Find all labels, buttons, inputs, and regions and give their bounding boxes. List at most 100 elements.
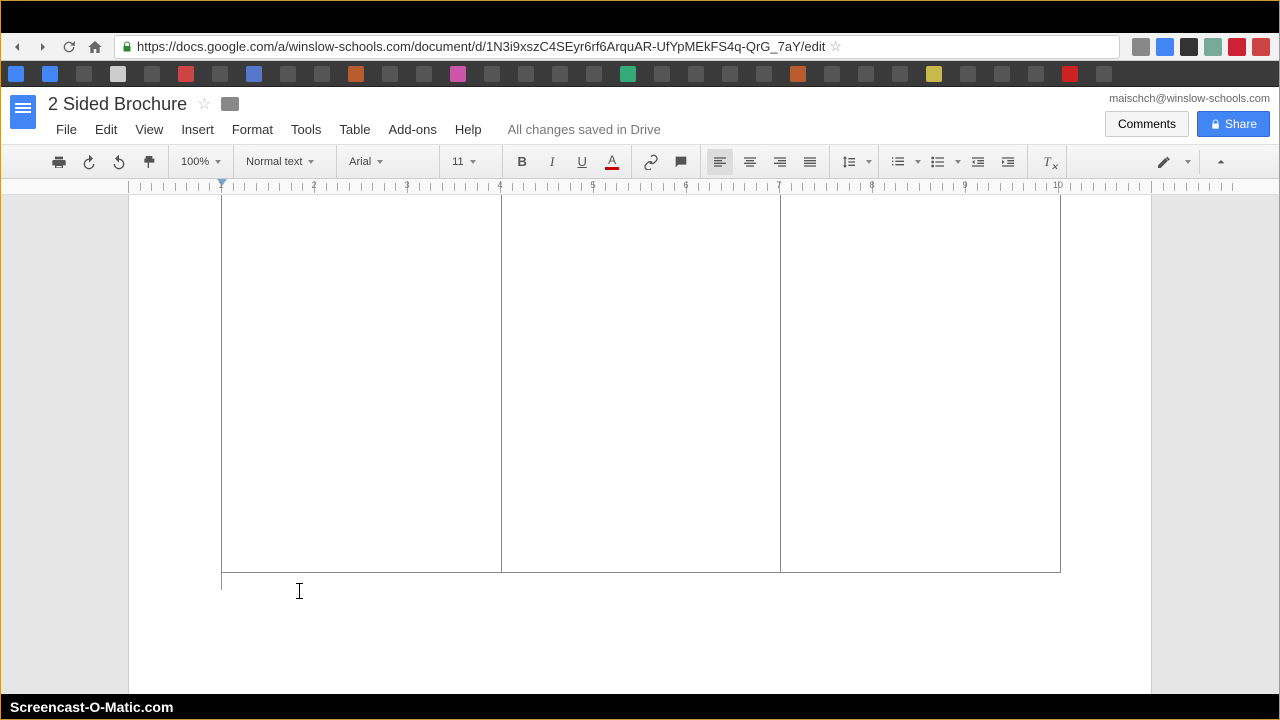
bookmark-item[interactable] xyxy=(858,66,874,82)
lock-icon xyxy=(121,41,133,53)
extension-icon[interactable] xyxy=(1252,38,1270,56)
document-canvas[interactable] xyxy=(0,195,1280,694)
bookmark-item[interactable] xyxy=(8,66,24,82)
bookmark-item[interactable] xyxy=(586,66,602,82)
decrease-indent-button[interactable] xyxy=(965,149,991,175)
undo-button[interactable] xyxy=(76,149,102,175)
align-right-button[interactable] xyxy=(767,149,793,175)
redo-button[interactable] xyxy=(106,149,132,175)
numbered-list-button[interactable] xyxy=(885,149,911,175)
collapse-toolbar-button[interactable] xyxy=(1208,149,1234,175)
brochure-table[interactable] xyxy=(221,195,1061,573)
bookmark-item[interactable] xyxy=(654,66,670,82)
bookmark-item[interactable] xyxy=(280,66,296,82)
share-button[interactable]: Share xyxy=(1197,111,1270,137)
bookmark-item[interactable] xyxy=(756,66,772,82)
bookmark-item[interactable] xyxy=(382,66,398,82)
comments-button[interactable]: Comments xyxy=(1105,111,1189,137)
save-status: All changes saved in Drive xyxy=(508,122,661,137)
bookmark-item[interactable] xyxy=(76,66,92,82)
text-color-button[interactable]: A xyxy=(599,149,625,175)
align-left-button[interactable] xyxy=(707,149,733,175)
user-email[interactable]: maischch@winslow-schools.com xyxy=(1109,93,1270,105)
menu-view[interactable]: View xyxy=(127,119,171,140)
italic-button[interactable]: I xyxy=(539,149,565,175)
align-center-button[interactable] xyxy=(737,149,763,175)
font-dropdown[interactable]: Arial xyxy=(343,149,433,175)
document-page[interactable] xyxy=(128,195,1152,694)
back-button[interactable] xyxy=(6,36,28,58)
bookmark-item[interactable] xyxy=(960,66,976,82)
bookmark-item[interactable] xyxy=(144,66,160,82)
bookmark-item[interactable] xyxy=(314,66,330,82)
menu-table[interactable]: Table xyxy=(331,119,378,140)
extension-icons xyxy=(1128,38,1274,56)
bookmark-item[interactable] xyxy=(110,66,126,82)
align-justify-button[interactable] xyxy=(797,149,823,175)
star-icon[interactable]: ☆ xyxy=(197,94,211,114)
table-cell[interactable] xyxy=(781,195,1060,572)
bookmark-item[interactable] xyxy=(1096,66,1112,82)
table-cell[interactable] xyxy=(502,195,782,572)
menu-file[interactable]: File xyxy=(48,119,85,140)
extension-icon[interactable] xyxy=(1204,38,1222,56)
docs-header: 2 Sided Brochure ☆ File Edit View Insert… xyxy=(0,87,1280,144)
bookmark-item[interactable] xyxy=(688,66,704,82)
extension-icon[interactable] xyxy=(1180,38,1198,56)
bookmark-star-icon[interactable]: ☆ xyxy=(829,38,842,55)
bold-button[interactable]: B xyxy=(509,149,535,175)
docs-logo-icon[interactable] xyxy=(10,95,36,129)
bookmark-item[interactable] xyxy=(620,66,636,82)
reload-button[interactable] xyxy=(58,36,80,58)
bookmark-item[interactable] xyxy=(824,66,840,82)
document-title[interactable]: 2 Sided Brochure xyxy=(48,94,187,115)
forward-button[interactable] xyxy=(32,36,54,58)
clear-formatting-button[interactable]: T✕ xyxy=(1034,149,1060,175)
bookmark-item[interactable] xyxy=(450,66,466,82)
table-cell[interactable] xyxy=(222,195,502,572)
print-button[interactable] xyxy=(46,149,72,175)
bookmark-item[interactable] xyxy=(1062,66,1078,82)
folder-icon[interactable] xyxy=(221,97,239,111)
bookmark-item[interactable] xyxy=(416,66,432,82)
bookmark-item[interactable] xyxy=(1028,66,1044,82)
menu-addons[interactable]: Add-ons xyxy=(380,119,444,140)
comment-button[interactable] xyxy=(668,149,694,175)
url-bar[interactable]: https://docs.google.com/a/winslow-school… xyxy=(114,35,1120,59)
font-size-dropdown[interactable]: 11 xyxy=(446,149,496,175)
bookmark-item[interactable] xyxy=(484,66,500,82)
horizontal-ruler[interactable]: 12345678910 xyxy=(0,179,1280,195)
zoom-dropdown[interactable]: 100% xyxy=(175,149,227,175)
bookmark-item[interactable] xyxy=(348,66,364,82)
menu-format[interactable]: Format xyxy=(224,119,281,140)
bookmark-item[interactable] xyxy=(178,66,194,82)
increase-indent-button[interactable] xyxy=(995,149,1021,175)
extension-icon[interactable] xyxy=(1228,38,1246,56)
menu-tools[interactable]: Tools xyxy=(283,119,329,140)
underline-button[interactable]: U xyxy=(569,149,595,175)
editing-mode-button[interactable] xyxy=(1151,149,1177,175)
bookmark-item[interactable] xyxy=(552,66,568,82)
bulleted-list-button[interactable] xyxy=(925,149,951,175)
home-button[interactable] xyxy=(84,36,106,58)
bookmark-item[interactable] xyxy=(892,66,908,82)
bookmark-item[interactable] xyxy=(212,66,228,82)
menu-help[interactable]: Help xyxy=(447,119,490,140)
link-button[interactable] xyxy=(638,149,664,175)
formatting-toolbar: 100% Normal text Arial 11 B I U A T✕ xyxy=(0,144,1280,179)
extension-icon[interactable] xyxy=(1132,38,1150,56)
bookmark-item[interactable] xyxy=(518,66,534,82)
style-dropdown[interactable]: Normal text xyxy=(240,149,330,175)
bookmark-item[interactable] xyxy=(42,66,58,82)
bookmark-item[interactable] xyxy=(790,66,806,82)
bookmark-item[interactable] xyxy=(722,66,738,82)
menu-edit[interactable]: Edit xyxy=(87,119,125,140)
lock-icon xyxy=(1210,119,1221,130)
line-spacing-button[interactable] xyxy=(836,149,862,175)
paint-format-button[interactable] xyxy=(136,149,162,175)
menu-insert[interactable]: Insert xyxy=(173,119,222,140)
bookmark-item[interactable] xyxy=(994,66,1010,82)
bookmark-item[interactable] xyxy=(926,66,942,82)
bookmark-item[interactable] xyxy=(246,66,262,82)
extension-icon[interactable] xyxy=(1156,38,1174,56)
